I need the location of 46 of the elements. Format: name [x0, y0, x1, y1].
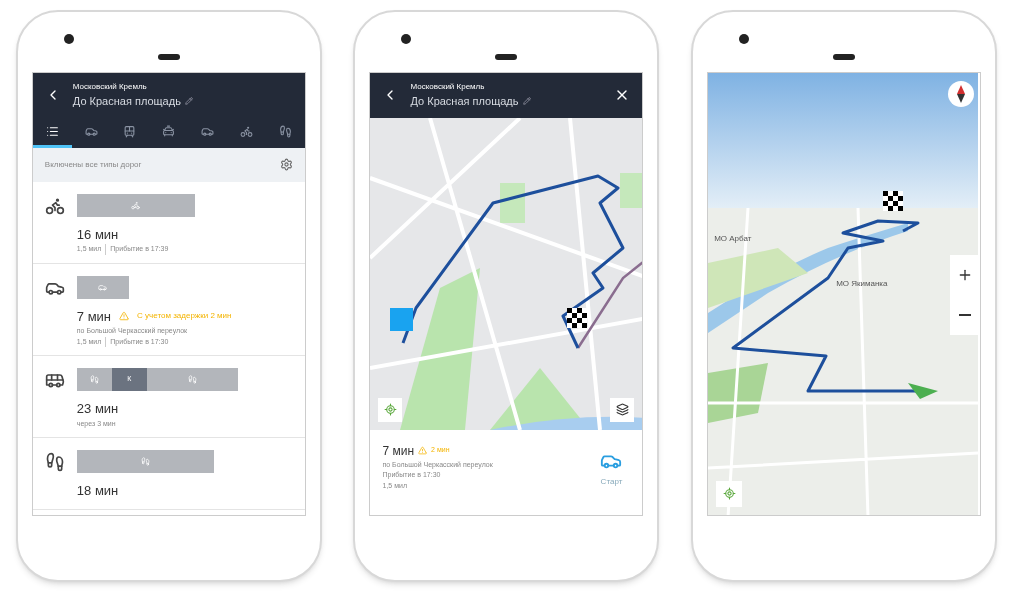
locate-icon: [384, 403, 397, 416]
delay-warning: С учетом задержки 2 мин: [137, 310, 232, 323]
minus-icon: [959, 313, 972, 316]
finish-flag-icon: [567, 307, 588, 328]
footprints-icon: [278, 124, 292, 138]
route-time: 18 мин: [76, 482, 119, 500]
pencil-icon: [522, 97, 531, 105]
origin-label: Московский Кремль: [72, 80, 148, 93]
layers-button[interactable]: [610, 397, 635, 422]
start-button[interactable]: Старт: [600, 441, 631, 515]
warning-icon: [418, 446, 428, 455]
route-time: 7 мин: [76, 307, 112, 326]
locate-button[interactable]: [716, 480, 743, 507]
locate-icon: [722, 487, 736, 500]
locate-button[interactable]: [378, 397, 403, 422]
bicycle-icon: [131, 200, 141, 210]
finish-flag-icon: [883, 190, 904, 211]
filter-text: Включены все типы дорог: [44, 158, 142, 171]
footprints-icon: [140, 457, 150, 466]
start-marker-icon: [390, 307, 414, 331]
route-time: 23 мин: [76, 400, 119, 418]
bicycle-icon: [240, 124, 254, 138]
camera-icon: [401, 33, 412, 44]
warning-icon: [119, 311, 130, 322]
settings-icon[interactable]: [279, 158, 293, 171]
camera-icon: [739, 33, 750, 44]
footprints-icon: [187, 375, 197, 384]
layers-icon: [616, 403, 629, 416]
car-icon: [98, 282, 108, 292]
footprints-icon: [89, 375, 99, 384]
speaker-icon: [833, 53, 856, 60]
list-icon: [45, 124, 59, 138]
tram-icon: [123, 124, 137, 138]
district-label: МО Арбат: [714, 232, 752, 245]
footprints-icon: [44, 452, 65, 472]
district-label: МО Якиманка: [836, 277, 888, 290]
destination-title: До Красная площадь: [410, 93, 519, 109]
speaker-icon: [495, 53, 518, 60]
destination-title: До Красная площадь: [72, 93, 181, 109]
route-time: 7 мин: [382, 442, 415, 460]
pencil-icon: [184, 97, 193, 105]
origin-label: Московский Кремль: [410, 80, 486, 93]
camera-icon: [63, 33, 74, 44]
speaker-icon: [157, 53, 180, 60]
taxi-icon: [162, 124, 176, 138]
route-time: 16 мин: [76, 225, 119, 244]
